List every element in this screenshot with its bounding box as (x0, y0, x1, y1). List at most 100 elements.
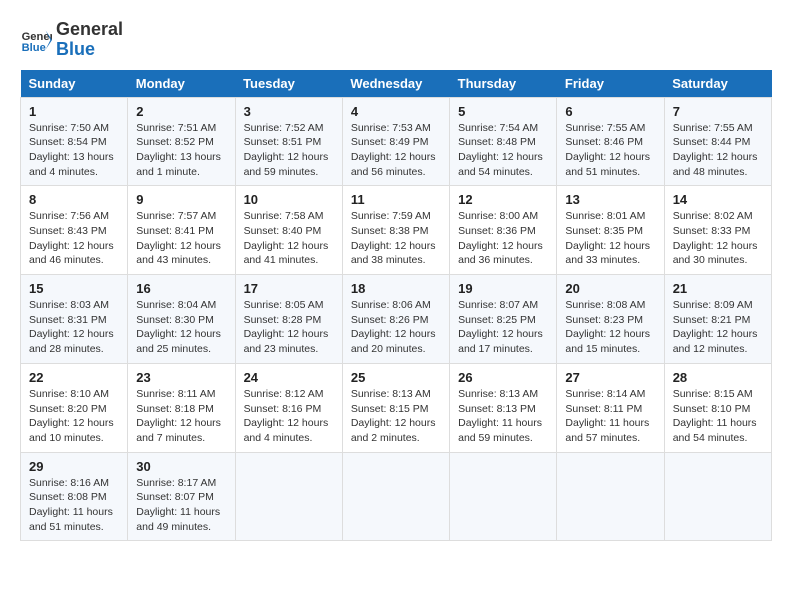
day-detail: Sunrise: 8:16 AM Sunset: 8:08 PM Dayligh… (29, 476, 119, 535)
calendar-week-row: 22 Sunrise: 8:10 AM Sunset: 8:20 PM Dayl… (21, 363, 772, 452)
day-number: 8 (29, 192, 119, 207)
calendar-cell (664, 452, 771, 541)
weekday-header: Tuesday (235, 70, 342, 98)
calendar-cell: 10 Sunrise: 7:58 AM Sunset: 8:40 PM Dayl… (235, 186, 342, 275)
calendar-cell: 9 Sunrise: 7:57 AM Sunset: 8:41 PM Dayli… (128, 186, 235, 275)
day-number: 1 (29, 104, 119, 119)
calendar-cell (450, 452, 557, 541)
calendar-cell (557, 452, 664, 541)
calendar-cell: 16 Sunrise: 8:04 AM Sunset: 8:30 PM Dayl… (128, 275, 235, 364)
day-number: 14 (673, 192, 763, 207)
calendar-cell: 24 Sunrise: 8:12 AM Sunset: 8:16 PM Dayl… (235, 363, 342, 452)
calendar-cell (235, 452, 342, 541)
day-number: 2 (136, 104, 226, 119)
day-number: 20 (565, 281, 655, 296)
day-number: 11 (351, 192, 441, 207)
calendar-cell: 11 Sunrise: 7:59 AM Sunset: 8:38 PM Dayl… (342, 186, 449, 275)
calendar-cell: 29 Sunrise: 8:16 AM Sunset: 8:08 PM Dayl… (21, 452, 128, 541)
day-detail: Sunrise: 8:07 AM Sunset: 8:25 PM Dayligh… (458, 298, 548, 357)
weekday-header-row: SundayMondayTuesdayWednesdayThursdayFrid… (21, 70, 772, 98)
day-detail: Sunrise: 7:56 AM Sunset: 8:43 PM Dayligh… (29, 209, 119, 268)
day-detail: Sunrise: 8:13 AM Sunset: 8:13 PM Dayligh… (458, 387, 548, 446)
calendar-cell: 26 Sunrise: 8:13 AM Sunset: 8:13 PM Dayl… (450, 363, 557, 452)
calendar-cell: 2 Sunrise: 7:51 AM Sunset: 8:52 PM Dayli… (128, 97, 235, 186)
calendar-cell: 15 Sunrise: 8:03 AM Sunset: 8:31 PM Dayl… (21, 275, 128, 364)
logo: General Blue General Blue (20, 20, 123, 60)
svg-text:General: General (22, 31, 52, 43)
weekday-header: Thursday (450, 70, 557, 98)
day-detail: Sunrise: 7:54 AM Sunset: 8:48 PM Dayligh… (458, 121, 548, 180)
day-detail: Sunrise: 7:55 AM Sunset: 8:44 PM Dayligh… (673, 121, 763, 180)
day-number: 19 (458, 281, 548, 296)
calendar-cell: 25 Sunrise: 8:13 AM Sunset: 8:15 PM Dayl… (342, 363, 449, 452)
day-detail: Sunrise: 8:11 AM Sunset: 8:18 PM Dayligh… (136, 387, 226, 446)
calendar-cell: 27 Sunrise: 8:14 AM Sunset: 8:11 PM Dayl… (557, 363, 664, 452)
day-detail: Sunrise: 7:55 AM Sunset: 8:46 PM Dayligh… (565, 121, 655, 180)
calendar-cell: 30 Sunrise: 8:17 AM Sunset: 8:07 PM Dayl… (128, 452, 235, 541)
day-number: 27 (565, 370, 655, 385)
day-number: 24 (244, 370, 334, 385)
calendar-cell: 6 Sunrise: 7:55 AM Sunset: 8:46 PM Dayli… (557, 97, 664, 186)
day-number: 13 (565, 192, 655, 207)
day-detail: Sunrise: 7:57 AM Sunset: 8:41 PM Dayligh… (136, 209, 226, 268)
day-number: 29 (29, 459, 119, 474)
calendar-cell: 7 Sunrise: 7:55 AM Sunset: 8:44 PM Dayli… (664, 97, 771, 186)
calendar-cell: 1 Sunrise: 7:50 AM Sunset: 8:54 PM Dayli… (21, 97, 128, 186)
logo-icon: General Blue (20, 24, 52, 56)
day-detail: Sunrise: 7:51 AM Sunset: 8:52 PM Dayligh… (136, 121, 226, 180)
calendar-cell: 23 Sunrise: 8:11 AM Sunset: 8:18 PM Dayl… (128, 363, 235, 452)
calendar-week-row: 15 Sunrise: 8:03 AM Sunset: 8:31 PM Dayl… (21, 275, 772, 364)
svg-text:Blue: Blue (22, 42, 46, 54)
day-detail: Sunrise: 7:58 AM Sunset: 8:40 PM Dayligh… (244, 209, 334, 268)
weekday-header: Wednesday (342, 70, 449, 98)
day-detail: Sunrise: 8:01 AM Sunset: 8:35 PM Dayligh… (565, 209, 655, 268)
calendar-week-row: 29 Sunrise: 8:16 AM Sunset: 8:08 PM Dayl… (21, 452, 772, 541)
calendar-cell: 3 Sunrise: 7:52 AM Sunset: 8:51 PM Dayli… (235, 97, 342, 186)
calendar-cell: 21 Sunrise: 8:09 AM Sunset: 8:21 PM Dayl… (664, 275, 771, 364)
day-number: 12 (458, 192, 548, 207)
calendar-cell: 12 Sunrise: 8:00 AM Sunset: 8:36 PM Dayl… (450, 186, 557, 275)
day-number: 6 (565, 104, 655, 119)
calendar-cell: 17 Sunrise: 8:05 AM Sunset: 8:28 PM Dayl… (235, 275, 342, 364)
day-detail: Sunrise: 8:08 AM Sunset: 8:23 PM Dayligh… (565, 298, 655, 357)
day-number: 17 (244, 281, 334, 296)
page-header: General Blue General Blue (20, 20, 772, 60)
day-detail: Sunrise: 8:02 AM Sunset: 8:33 PM Dayligh… (673, 209, 763, 268)
calendar-cell: 22 Sunrise: 8:10 AM Sunset: 8:20 PM Dayl… (21, 363, 128, 452)
day-number: 9 (136, 192, 226, 207)
day-number: 10 (244, 192, 334, 207)
calendar-cell: 19 Sunrise: 8:07 AM Sunset: 8:25 PM Dayl… (450, 275, 557, 364)
day-detail: Sunrise: 8:03 AM Sunset: 8:31 PM Dayligh… (29, 298, 119, 357)
calendar-cell: 4 Sunrise: 7:53 AM Sunset: 8:49 PM Dayli… (342, 97, 449, 186)
day-detail: Sunrise: 7:50 AM Sunset: 8:54 PM Dayligh… (29, 121, 119, 180)
day-number: 28 (673, 370, 763, 385)
day-number: 22 (29, 370, 119, 385)
calendar-cell: 20 Sunrise: 8:08 AM Sunset: 8:23 PM Dayl… (557, 275, 664, 364)
day-detail: Sunrise: 7:52 AM Sunset: 8:51 PM Dayligh… (244, 121, 334, 180)
calendar-cell: 13 Sunrise: 8:01 AM Sunset: 8:35 PM Dayl… (557, 186, 664, 275)
day-detail: Sunrise: 8:12 AM Sunset: 8:16 PM Dayligh… (244, 387, 334, 446)
day-detail: Sunrise: 7:59 AM Sunset: 8:38 PM Dayligh… (351, 209, 441, 268)
day-number: 5 (458, 104, 548, 119)
calendar-week-row: 8 Sunrise: 7:56 AM Sunset: 8:43 PM Dayli… (21, 186, 772, 275)
day-detail: Sunrise: 8:00 AM Sunset: 8:36 PM Dayligh… (458, 209, 548, 268)
weekday-header: Saturday (664, 70, 771, 98)
day-number: 7 (673, 104, 763, 119)
calendar-table: SundayMondayTuesdayWednesdayThursdayFrid… (20, 70, 772, 542)
day-detail: Sunrise: 8:13 AM Sunset: 8:15 PM Dayligh… (351, 387, 441, 446)
day-detail: Sunrise: 8:10 AM Sunset: 8:20 PM Dayligh… (29, 387, 119, 446)
day-number: 21 (673, 281, 763, 296)
day-number: 18 (351, 281, 441, 296)
day-detail: Sunrise: 8:05 AM Sunset: 8:28 PM Dayligh… (244, 298, 334, 357)
day-detail: Sunrise: 8:09 AM Sunset: 8:21 PM Dayligh… (673, 298, 763, 357)
calendar-cell: 5 Sunrise: 7:54 AM Sunset: 8:48 PM Dayli… (450, 97, 557, 186)
day-number: 30 (136, 459, 226, 474)
day-number: 15 (29, 281, 119, 296)
day-number: 3 (244, 104, 334, 119)
day-number: 4 (351, 104, 441, 119)
calendar-cell (342, 452, 449, 541)
calendar-week-row: 1 Sunrise: 7:50 AM Sunset: 8:54 PM Dayli… (21, 97, 772, 186)
day-detail: Sunrise: 8:15 AM Sunset: 8:10 PM Dayligh… (673, 387, 763, 446)
day-number: 26 (458, 370, 548, 385)
day-detail: Sunrise: 8:17 AM Sunset: 8:07 PM Dayligh… (136, 476, 226, 535)
